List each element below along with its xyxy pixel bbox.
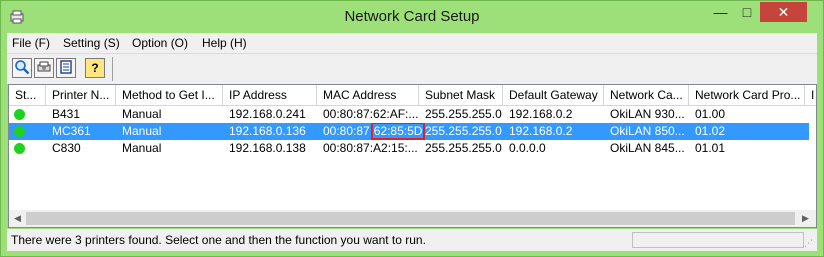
col-mac-address[interactable]: MAC Address	[317, 85, 419, 105]
help-icon: ?	[91, 61, 99, 75]
cell-program: 01.01	[695, 141, 726, 155]
col-subnet-mask[interactable]: Subnet Mask	[419, 85, 503, 105]
cell-gateway: 0.0.0.0	[509, 141, 546, 155]
scroll-thumb[interactable]	[26, 212, 795, 225]
mac-highlight: 62:85:5D	[370, 123, 426, 140]
document-icon	[58, 59, 74, 78]
app-window: Network Card Setup — □ ✕ File (F) Settin…	[0, 0, 824, 257]
col-method[interactable]: Method to Get I...	[116, 85, 223, 105]
help-button[interactable]: ?	[85, 58, 105, 78]
cell-card: OkiLAN 845...	[610, 141, 685, 155]
close-button[interactable]: ✕	[760, 2, 807, 22]
list-header: St... Printer N... Method to Get I... IP…	[9, 85, 816, 106]
cell-subnet: 255.255.255.0	[425, 141, 502, 155]
horizontal-scrollbar[interactable]: ◀ ▶	[9, 210, 816, 227]
cell-ip: 192.168.0.138	[229, 141, 306, 155]
cell-method: Manual	[122, 141, 162, 155]
cell-ip: 192.168.0.136	[229, 124, 306, 138]
menu-bar: File (F) Setting (S) Option (O) Help (H)	[7, 33, 817, 53]
status-dot	[14, 143, 25, 154]
settings-icon	[36, 59, 52, 78]
minimize-button[interactable]: —	[707, 2, 734, 22]
col-ip-address[interactable]: IP Address	[223, 85, 317, 105]
scroll-left-arrow[interactable]: ◀	[9, 210, 26, 227]
cell-printer: C830	[52, 141, 81, 155]
printer-list[interactable]: St... Printer N... Method to Get I... IP…	[8, 84, 817, 228]
cell-gateway: 192.168.0.2	[509, 124, 573, 138]
cell-ip: 192.168.0.241	[229, 107, 306, 121]
printer-settings-button[interactable]	[34, 58, 54, 78]
col-default-gateway[interactable]: Default Gateway	[503, 85, 604, 105]
search-icon	[14, 59, 30, 78]
toolbar: ?	[7, 53, 817, 84]
maximize-button[interactable]: □	[734, 2, 760, 22]
cell-mac: 00:80:87:A2:15:...	[323, 141, 418, 155]
mac-prefix: 00:80:87	[323, 124, 370, 138]
col-network-card-program[interactable]: Network Card Pro...	[689, 85, 805, 105]
status-dot	[14, 126, 25, 137]
table-row[interactable]: C830 Manual 192.168.0.138 00:80:87:A2:15…	[9, 140, 809, 157]
cell-mac: 00:80:87:62:AF:...	[323, 107, 419, 121]
cell-mac: 00:80:87 62:85:5D	[323, 123, 426, 140]
cell-program: 01.02	[695, 124, 726, 138]
scroll-right-arrow[interactable]: ▶	[797, 210, 814, 227]
status-bar: There were 3 printers found. Select one …	[7, 229, 817, 251]
cell-printer: MC361	[52, 124, 91, 138]
table-row[interactable]: B431 Manual 192.168.0.241 00:80:87:62:AF…	[9, 106, 809, 123]
status-dot	[14, 109, 25, 120]
cell-gateway: 192.168.0.2	[509, 107, 573, 121]
table-row-selected[interactable]: MC361 Manual 192.168.0.136 00:80:87 62:85…	[9, 123, 809, 140]
cell-printer: B431	[52, 107, 81, 121]
status-message: There were 3 printers found. Select one …	[11, 233, 426, 247]
col-extra[interactable]: I	[805, 85, 816, 105]
cell-subnet: 255.255.255.0	[425, 107, 502, 121]
title-bar[interactable]: Network Card Setup — □ ✕	[1, 1, 823, 33]
col-network-card[interactable]: Network Ca...	[604, 85, 689, 105]
resize-grip-icon[interactable]: ⋰	[804, 238, 814, 248]
cell-card: OkiLAN 850...	[610, 124, 685, 138]
menu-option[interactable]: Option (O)	[132, 36, 188, 50]
menu-setting[interactable]: Setting (S)	[63, 36, 120, 50]
window-title: Network Card Setup	[344, 8, 480, 25]
menu-file[interactable]: File (F)	[12, 36, 50, 50]
cell-card: OkiLAN 930...	[610, 107, 685, 121]
cell-program: 01.00	[695, 107, 726, 121]
toolbar-separator	[112, 57, 113, 81]
cell-subnet: 255.255.255.0	[425, 124, 502, 138]
col-printer-name[interactable]: Printer N...	[46, 85, 116, 105]
search-printers-button[interactable]	[12, 58, 32, 78]
menu-help[interactable]: Help (H)	[202, 36, 247, 50]
status-panel	[632, 232, 804, 248]
col-status[interactable]: St...	[9, 85, 46, 105]
printer-info-button[interactable]	[56, 58, 76, 78]
cell-method: Manual	[122, 124, 162, 138]
cell-method: Manual	[122, 107, 162, 121]
